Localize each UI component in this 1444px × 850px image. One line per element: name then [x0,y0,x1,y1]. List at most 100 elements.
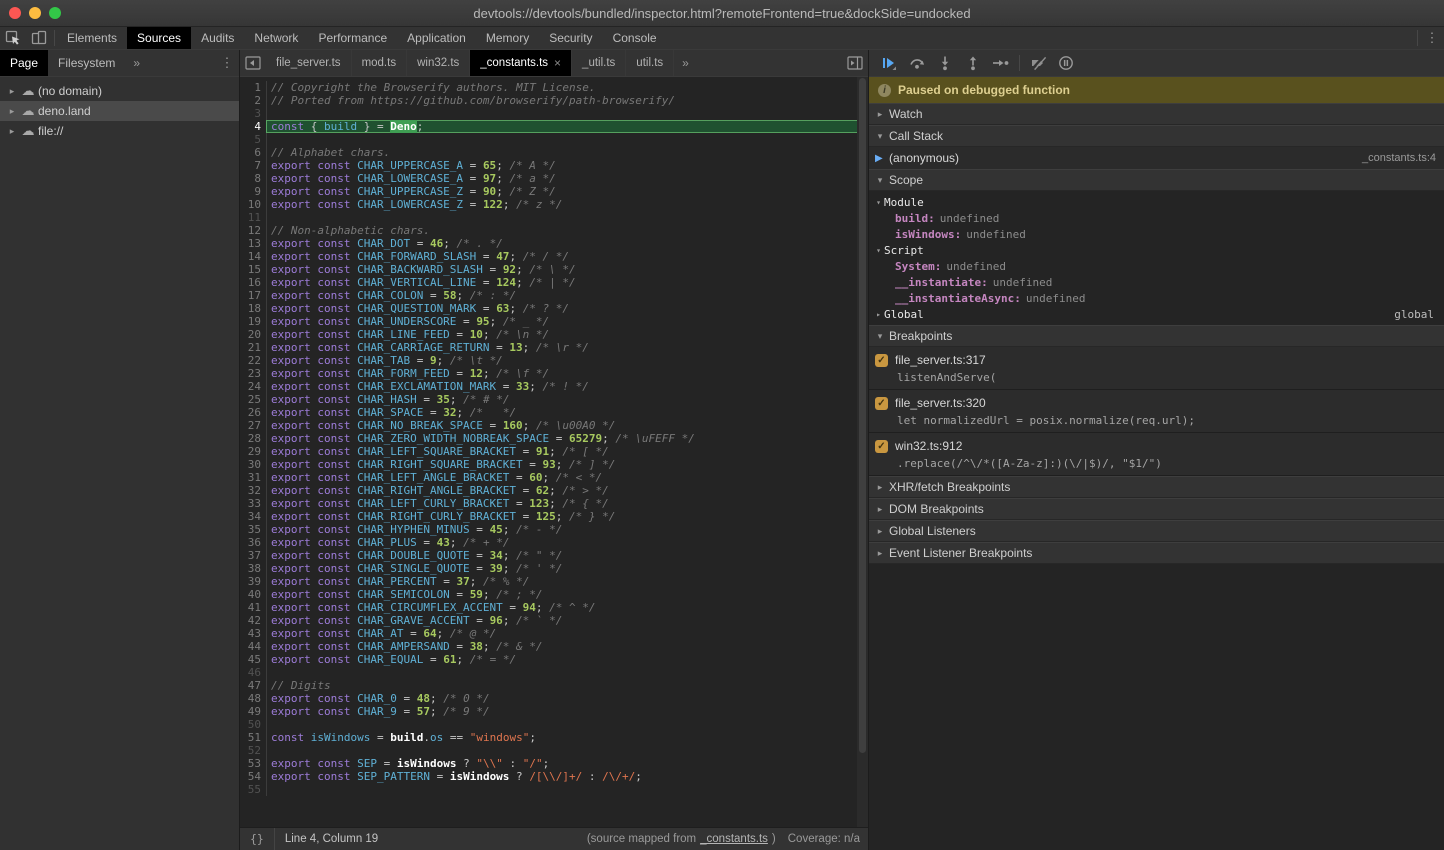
scope-section-header[interactable]: ▾Module [869,194,1444,210]
scope-section-header[interactable]: ▾Script [869,242,1444,258]
code-line[interactable]: 23export const CHAR_FORM_FEED = 12; /* \… [240,367,857,380]
code-line[interactable]: 4const { build } = Deno; [240,120,857,133]
line-number[interactable]: 24 [240,380,267,393]
line-number[interactable]: 43 [240,627,267,640]
tab-performance[interactable]: Performance [308,27,397,49]
code-line[interactable]: 12// Non-alphabetic chars. [240,224,857,237]
scope-property[interactable]: __instantiateAsync:undefined [869,290,1444,306]
tab-sources[interactable]: Sources [127,27,191,49]
call-stack-frame[interactable]: ▶(anonymous)_constants.ts:4 [869,147,1444,169]
show-debugger-sidebar-icon[interactable] [842,50,868,76]
code-line[interactable]: 42export const CHAR_GRAVE_ACCENT = 96; /… [240,614,857,627]
code-line[interactable]: 9export const CHAR_UPPERCASE_Z = 90; /* … [240,185,857,198]
code-line[interactable]: 33export const CHAR_LEFT_CURLY_BRACKET =… [240,497,857,510]
line-number[interactable]: 6 [240,146,267,159]
section-scope[interactable]: ▾ Scope [869,169,1444,191]
more-editor-tabs-icon[interactable]: » [674,50,697,76]
line-number[interactable]: 4 [240,120,267,133]
code-line[interactable]: 55 [240,783,857,796]
code-line[interactable]: 54export const SEP_PATTERN = isWindows ?… [240,770,857,783]
line-number[interactable]: 29 [240,445,267,458]
code-line[interactable]: 40export const CHAR_SEMICOLON = 59; /* ;… [240,588,857,601]
line-number[interactable]: 8 [240,172,267,185]
code-line[interactable]: 10export const CHAR_LOWERCASE_Z = 122; /… [240,198,857,211]
section-global-listeners[interactable]: ▸Global Listeners [869,520,1444,542]
code-line[interactable]: 7export const CHAR_UPPERCASE_A = 65; /* … [240,159,857,172]
line-number[interactable]: 11 [240,211,267,224]
code-line[interactable]: 28export const CHAR_ZERO_WIDTH_NOBREAK_S… [240,432,857,445]
code-line[interactable]: 44export const CHAR_AMPERSAND = 38; /* &… [240,640,857,653]
step-out-button[interactable] [961,52,985,74]
step-button[interactable] [989,52,1013,74]
main-menu-icon[interactable]: ⋮ [1420,27,1444,49]
editor-tab[interactable]: mod.ts [352,50,408,76]
line-number[interactable]: 50 [240,718,267,731]
line-number[interactable]: 42 [240,614,267,627]
code-line[interactable]: 13export const CHAR_DOT = 46; /* . */ [240,237,857,250]
breakpoint-checkbox[interactable]: ✓ [875,440,888,453]
scope-property[interactable]: System:undefined [869,258,1444,274]
line-number[interactable]: 5 [240,133,267,146]
code-line[interactable]: 34export const CHAR_RIGHT_CURLY_BRACKET … [240,510,857,523]
line-number[interactable]: 47 [240,679,267,692]
line-number[interactable]: 19 [240,315,267,328]
editor-scrollbar[interactable] [857,77,868,827]
code-line[interactable]: 49export const CHAR_9 = 57; /* 9 */ [240,705,857,718]
code-line[interactable]: 48export const CHAR_0 = 48; /* 0 */ [240,692,857,705]
line-number[interactable]: 27 [240,419,267,432]
code-line[interactable]: 18export const CHAR_QUESTION_MARK = 63; … [240,302,857,315]
breakpoint-checkbox[interactable]: ✓ [875,397,888,410]
section-watch[interactable]: ▸ Watch [869,103,1444,125]
line-number[interactable]: 17 [240,289,267,302]
editor-tab[interactable]: win32.ts [407,50,470,76]
code-line[interactable]: 37export const CHAR_DOUBLE_QUOTE = 34; /… [240,549,857,562]
scope-property[interactable]: isWindows:undefined [869,226,1444,242]
line-number[interactable]: 20 [240,328,267,341]
line-number[interactable]: 44 [240,640,267,653]
section-call-stack[interactable]: ▾ Call Stack [869,125,1444,147]
tab-filesystem[interactable]: Filesystem [48,50,125,76]
line-number[interactable]: 2 [240,94,267,107]
code-line[interactable]: 30export const CHAR_RIGHT_SQUARE_BRACKET… [240,458,857,471]
code-line[interactable]: 43export const CHAR_AT = 64; /* @ */ [240,627,857,640]
editor-tab[interactable]: _util.ts [572,50,626,76]
line-number[interactable]: 34 [240,510,267,523]
line-number[interactable]: 22 [240,354,267,367]
line-number[interactable]: 26 [240,406,267,419]
tab-network[interactable]: Network [244,27,308,49]
code-line[interactable]: 39export const CHAR_PERCENT = 37; /* % *… [240,575,857,588]
line-number[interactable]: 12 [240,224,267,237]
hide-navigator-icon[interactable] [240,50,266,76]
line-number[interactable]: 28 [240,432,267,445]
line-number[interactable]: 35 [240,523,267,536]
navigator-menu-icon[interactable]: ⋮ [215,50,239,76]
tab-memory[interactable]: Memory [476,27,539,49]
code-line[interactable]: 8export const CHAR_LOWERCASE_A = 97; /* … [240,172,857,185]
tree-item[interactable]: ▸☁(no domain) [0,81,239,101]
code-line[interactable]: 53export const SEP = isWindows ? "\\" : … [240,757,857,770]
pause-on-exceptions-icon[interactable] [1054,52,1078,74]
tab-page[interactable]: Page [0,50,48,76]
line-number[interactable]: 48 [240,692,267,705]
line-number[interactable]: 1 [240,81,267,94]
step-into-button[interactable] [933,52,957,74]
code-line[interactable]: 47// Digits [240,679,857,692]
tab-audits[interactable]: Audits [191,27,244,49]
line-number[interactable]: 51 [240,731,267,744]
frame-location[interactable]: _constants.ts:4 [1362,152,1436,164]
line-number[interactable]: 25 [240,393,267,406]
line-number[interactable]: 15 [240,263,267,276]
code-line[interactable]: 3 [240,107,857,120]
line-number[interactable]: 40 [240,588,267,601]
code-line[interactable]: 20export const CHAR_LINE_FEED = 10; /* \… [240,328,857,341]
breakpoint-item[interactable]: ✓win32.ts:912.replace(/^\/*([A-Za-z]:)(\… [869,433,1444,476]
line-number[interactable]: 14 [240,250,267,263]
line-number[interactable]: 13 [240,237,267,250]
code-line[interactable]: 15export const CHAR_BACKWARD_SLASH = 92;… [240,263,857,276]
pretty-print-button[interactable]: {} [240,828,275,850]
code-line[interactable]: 26export const CHAR_SPACE = 32; /* */ [240,406,857,419]
line-number[interactable]: 41 [240,601,267,614]
line-number[interactable]: 45 [240,653,267,666]
editor-tab[interactable]: util.ts [626,50,674,76]
line-number[interactable]: 36 [240,536,267,549]
